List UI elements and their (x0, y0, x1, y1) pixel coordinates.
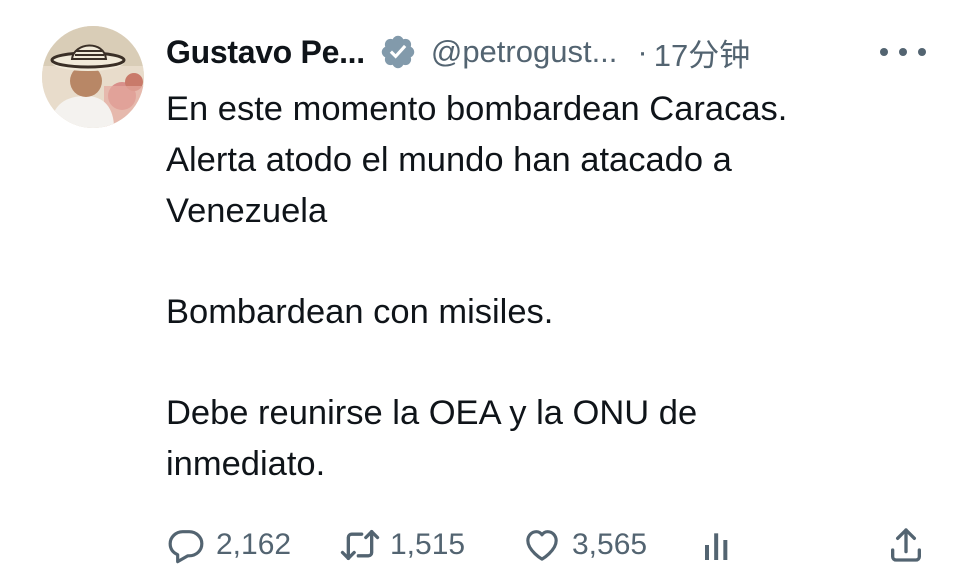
reply-button[interactable]: 2,162 (166, 520, 291, 570)
display-name[interactable]: Gustavo Pe... (166, 34, 365, 71)
like-icon (526, 530, 558, 561)
retweet-button[interactable]: 1,515 (340, 520, 465, 570)
share-icon (891, 528, 921, 562)
tweet-line: Venezuela (166, 192, 328, 230)
reply-icon (168, 530, 204, 564)
user-handle[interactable]: @petrogust... (431, 34, 618, 70)
separator-dot: · (637, 34, 648, 69)
timestamp[interactable]: 17分钟 (654, 30, 750, 75)
more-dots-icon[interactable] (880, 38, 926, 66)
retweet-count: 1,515 (390, 528, 466, 561)
tweet-text: En este momento bombardean Caracas. Aler… (166, 84, 906, 490)
avatar-image (42, 26, 144, 128)
views-icon (705, 533, 728, 560)
tweet-header: Gustavo Pe... @petrogust... · 17分钟 (166, 26, 926, 78)
retweet-icon (340, 530, 380, 560)
like-count: 3,565 (572, 528, 648, 561)
tweet-line: En este momento bombardean Caracas. (166, 90, 788, 128)
tweet-line: Bombardean con misiles. (166, 293, 554, 331)
action-bar: 2,162 1,515 3,565 (166, 520, 926, 570)
tweet-line: Alerta atodo el mundo han atacado a (166, 141, 732, 179)
verified-badge-icon (379, 33, 417, 71)
views-button[interactable] (700, 520, 750, 570)
like-button[interactable]: 3,565 (522, 520, 647, 570)
avatar[interactable] (42, 26, 144, 128)
reply-count: 2,162 (216, 528, 292, 561)
tweet-line: Debe reunirse la OEA y la ONU de (166, 394, 698, 432)
tweet-line: inmediato. (166, 445, 326, 483)
share-button[interactable] (886, 520, 936, 570)
